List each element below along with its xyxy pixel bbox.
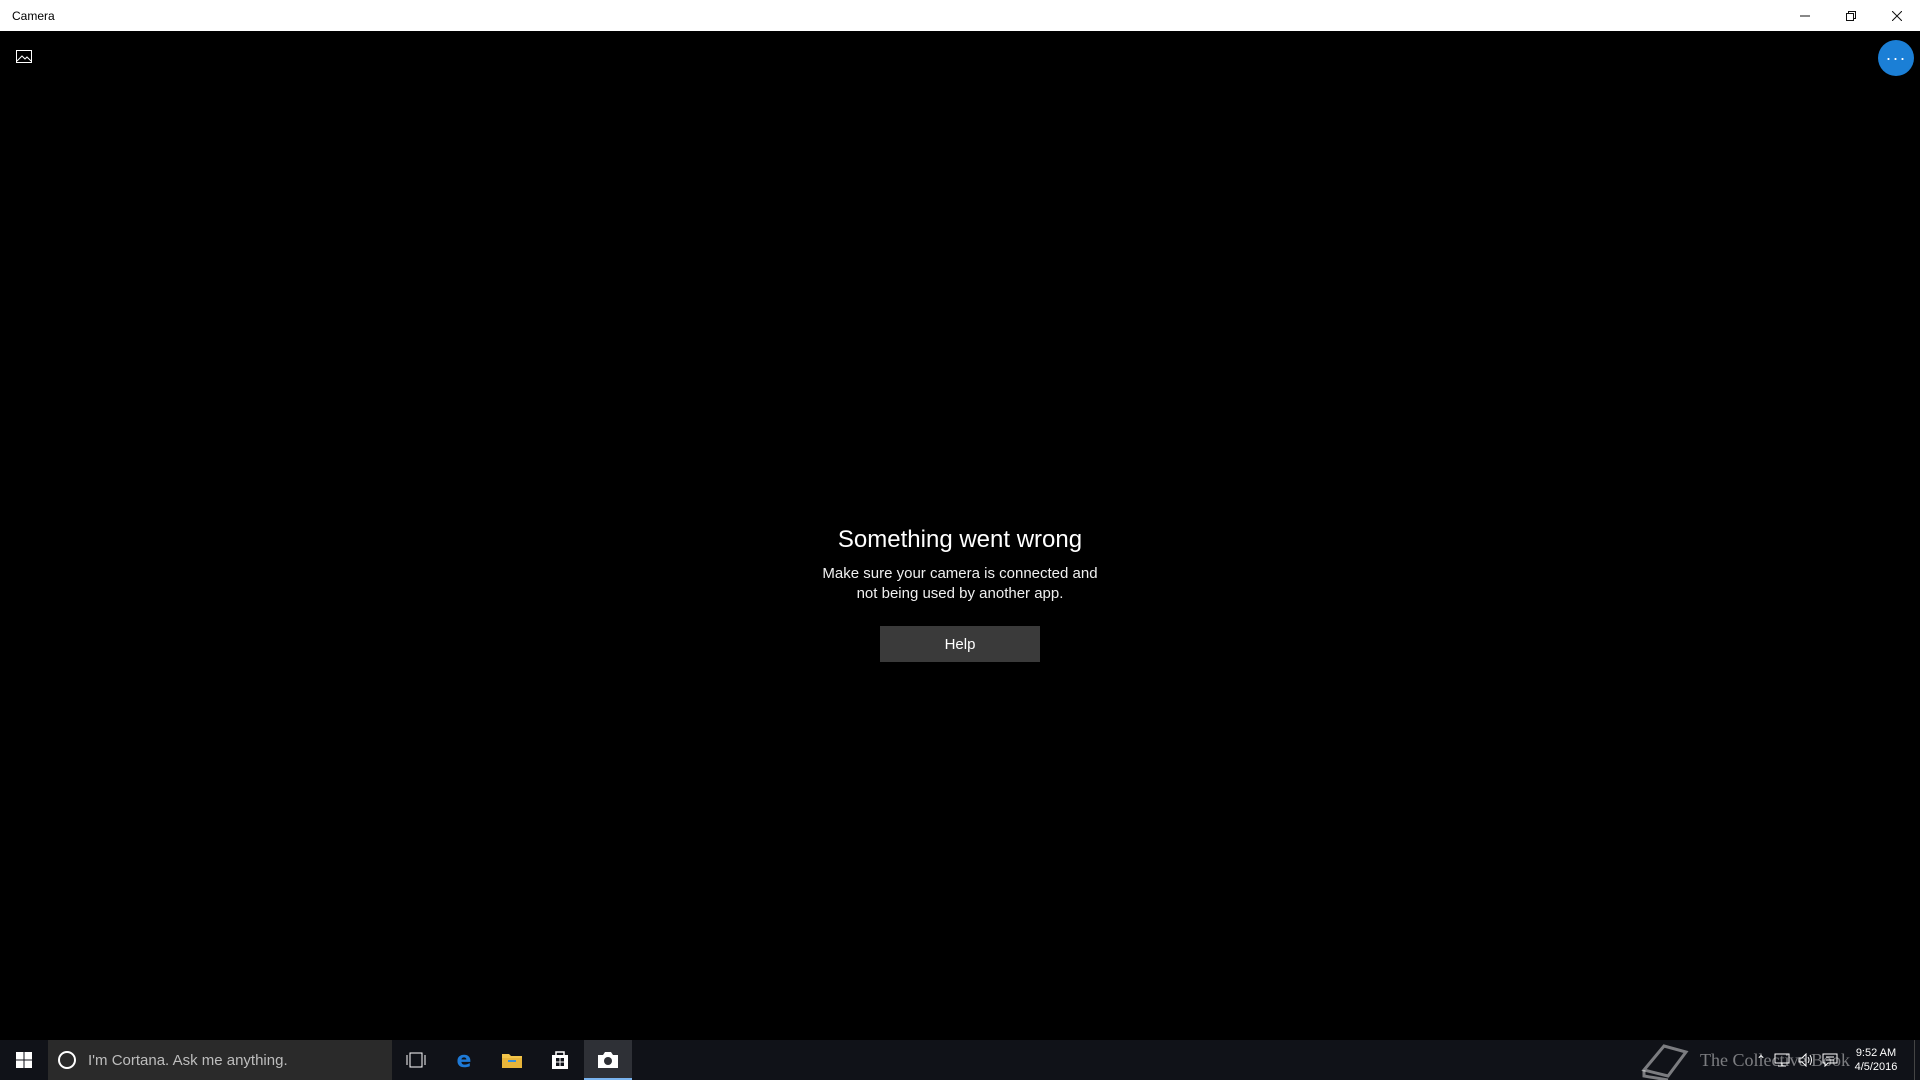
- edge-icon: e: [457, 1049, 472, 1071]
- file-explorer-button[interactable]: [488, 1040, 536, 1080]
- restore-button[interactable]: [1828, 0, 1874, 31]
- restore-icon: [1846, 10, 1856, 21]
- task-view-icon: [406, 1052, 426, 1068]
- window-title: Camera: [12, 8, 55, 23]
- photo-gallery-icon: [16, 49, 32, 63]
- more-options-button[interactable]: ···: [1878, 40, 1914, 76]
- cortana-icon: [58, 1051, 76, 1069]
- file-explorer-icon: [502, 1054, 522, 1068]
- clock-date: 4/5/2016: [1854, 1061, 1898, 1073]
- svg-text:e: e: [457, 1049, 472, 1071]
- camera-viewport: ··· Something went wrong Make sure your …: [0, 31, 1920, 1040]
- window-controls: [1782, 0, 1920, 31]
- taskbar: I'm Cortana. Ask me anything. e The Coll…: [0, 1040, 1920, 1080]
- cortana-search-box[interactable]: I'm Cortana. Ask me anything.: [48, 1040, 392, 1080]
- minimize-button[interactable]: [1782, 0, 1828, 31]
- help-button[interactable]: Help: [880, 626, 1040, 662]
- photo-gallery-button[interactable]: [12, 46, 36, 66]
- network-icon[interactable]: [1774, 1053, 1790, 1067]
- error-title: Something went wrong: [837, 526, 1083, 553]
- close-icon: [1892, 10, 1902, 21]
- clock[interactable]: 9:52 AM 4/5/2016: [1846, 1046, 1906, 1074]
- start-button[interactable]: [0, 1040, 48, 1080]
- camera-app-button[interactable]: [584, 1040, 632, 1080]
- camera-app-icon: [598, 1052, 618, 1068]
- windows-logo-icon: [16, 1052, 32, 1068]
- tray-icons: ⌃: [1756, 1053, 1838, 1067]
- search-placeholder: I'm Cortana. Ask me anything.: [88, 1051, 288, 1069]
- error-message: Make sure your camera is connected and n…: [760, 564, 1160, 604]
- show-desktop-button[interactable]: [1914, 1040, 1920, 1080]
- book-logo-icon: [1641, 1044, 1689, 1080]
- volume-icon[interactable]: [1798, 1053, 1814, 1067]
- error-message-line2: not being used by another app.: [856, 585, 1064, 602]
- task-view-button[interactable]: [392, 1040, 440, 1080]
- title-bar: Camera: [0, 0, 1920, 31]
- minimize-icon: [1800, 15, 1810, 16]
- close-button[interactable]: [1874, 0, 1920, 31]
- store-button[interactable]: [536, 1040, 584, 1080]
- clock-time: 9:52 AM: [1855, 1047, 1897, 1059]
- edge-button[interactable]: e: [440, 1040, 488, 1080]
- system-tray: ⌃ 9:52 AM 4/5/2016: [1756, 1040, 1920, 1080]
- error-message-line1: Make sure your camera is connected and: [822, 565, 1098, 582]
- error-panel: Something went wrong Make sure your came…: [760, 494, 1160, 662]
- action-center-icon[interactable]: [1822, 1053, 1838, 1067]
- chevron-up-icon[interactable]: ⌃: [1756, 1053, 1766, 1067]
- store-icon: [552, 1051, 568, 1069]
